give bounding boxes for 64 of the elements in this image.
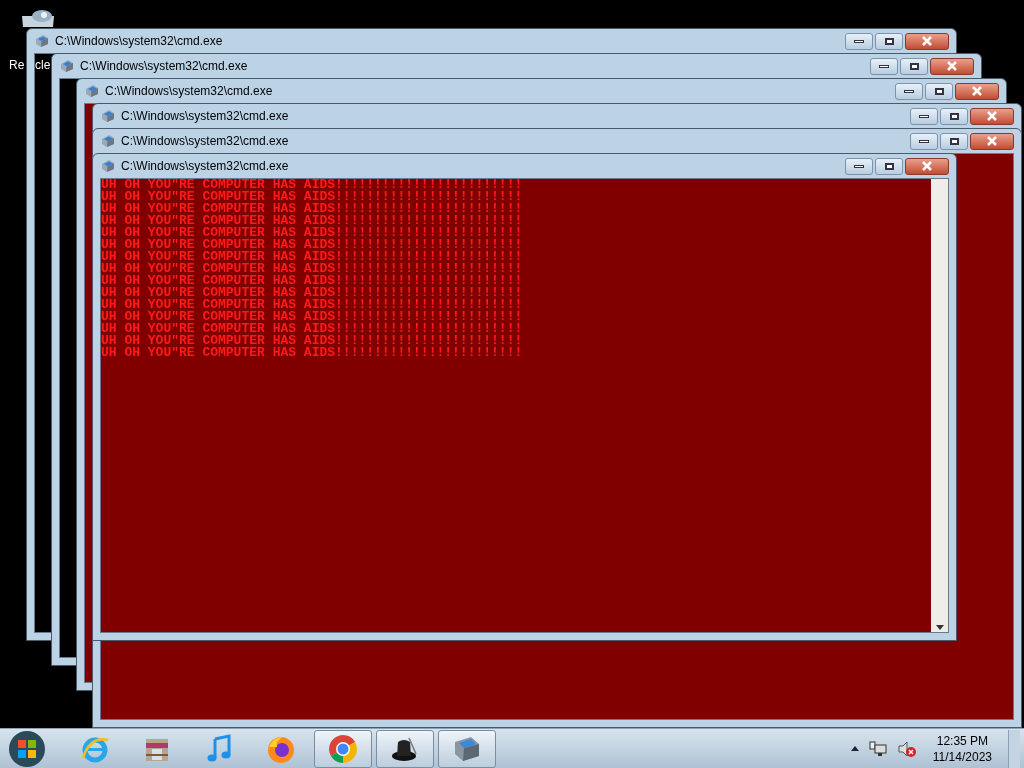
window-title: C:\Windows\system32\cmd.exe (80, 58, 248, 75)
show-hidden-icons-icon[interactable] (850, 746, 859, 751)
minimize-button[interactable] (845, 32, 873, 50)
close-button[interactable] (970, 132, 1014, 150)
window-title: C:\Windows\system32\cmd.exe (105, 83, 273, 100)
desktop-icon-label: Re (9, 58, 25, 72)
close-icon (986, 111, 998, 121)
window-title: C:\Windows\system32\cmd.exe (121, 133, 289, 150)
console-icon (85, 84, 99, 98)
console-line: UH OH YOU"RE COMPUTER HAS AIDS!!!!!!!!!!!!!!!!!!!!!!!! (101, 203, 524, 215)
console-icon (101, 134, 115, 148)
console-icon (101, 159, 115, 173)
maximize-button[interactable] (875, 157, 903, 175)
close-icon (986, 136, 998, 146)
console-line: UH OH YOU"RE COMPUTER HAS AIDS!!!!!!!!!!!!!!!!!!!!!!!! (101, 347, 524, 359)
console-line: UH OH YOU"RE COMPUTER HAS AIDS!!!!!!!!!!!!!!!!!!!!!!!! (101, 179, 524, 191)
console-line: UH OH YOU"RE COMPUTER HAS AIDS!!!!!!!!!!!!!!!!!!!!!!!! (101, 227, 524, 239)
maximize-button[interactable] (940, 132, 968, 150)
chrome-icon (327, 732, 359, 765)
close-button[interactable] (930, 57, 974, 75)
taskbar-button[interactable] (376, 729, 434, 768)
window-title: C:\Windows\system32\cmd.exe (121, 158, 289, 175)
maximize-button[interactable] (940, 107, 968, 125)
console-line: UH OH YOU"RE COMPUTER HAS AIDS!!!!!!!!!!!!!!!!!!!!!!!! (101, 251, 524, 263)
console-line: UH OH YOU"RE COMPUTER HAS AIDS!!!!!!!!!!!!!!!!!!!!!!!! (101, 239, 524, 251)
console-line: UH OH YOU"RE COMPUTER HAS AIDS!!!!!!!!!!!!!!!!!!!!!!!! (101, 275, 524, 287)
console-icon (60, 59, 74, 73)
minimize-button[interactable] (910, 132, 938, 150)
close-icon (946, 61, 958, 71)
minimize-button[interactable] (870, 57, 898, 75)
close-button[interactable] (905, 32, 949, 50)
close-button[interactable] (955, 82, 999, 100)
console-icon (101, 109, 115, 123)
network-icon[interactable] (868, 740, 887, 757)
muted-speaker-icon[interactable] (896, 739, 917, 758)
console-line: UH OH YOU"RE COMPUTER HAS AIDS!!!!!!!!!!!!!!!!!!!!!!!! (101, 215, 524, 227)
close-icon (971, 86, 983, 96)
console-line: UH OH YOU"RE COMPUTER HAS AIDS!!!!!!!!!!!!!!!!!!!!!!!! (101, 335, 524, 347)
window-title: C:\Windows\system32\cmd.exe (55, 33, 223, 50)
close-button[interactable] (970, 107, 1014, 125)
trash-bin-icon[interactable] (20, 8, 56, 27)
close-icon (921, 36, 933, 46)
close-icon (921, 161, 933, 171)
down-arrow-icon (935, 625, 944, 630)
minimize-button[interactable] (845, 157, 873, 175)
minimize-button[interactable] (910, 107, 938, 125)
minimize-button[interactable] (895, 82, 923, 100)
console-line: UH OH YOU"RE COMPUTER HAS AIDS!!!!!!!!!!!!!!!!!!!!!!!! (101, 311, 524, 323)
console-line: UH OH YOU"RE COMPUTER HAS AIDS!!!!!!!!!!!!!!!!!!!!!!!! (101, 191, 524, 203)
clock-time: 12:35 PM (936, 732, 989, 749)
window-title: C:\Windows\system32\cmd.exe (121, 108, 289, 125)
desktop-icon-label: cle (35, 58, 51, 72)
console-line: UH OH YOU"RE COMPUTER HAS AIDS!!!!!!!!!!!!!!!!!!!!!!!! (101, 299, 524, 311)
close-button[interactable] (905, 157, 949, 175)
start-orb-icon[interactable] (8, 729, 46, 768)
console-line: UH OH YOU"RE COMPUTER HAS AIDS!!!!!!!!!!!!!!!!!!!!!!!! (101, 263, 524, 275)
clock-date: 11/14/2023 (932, 748, 992, 765)
maximize-button[interactable] (925, 82, 953, 100)
console-line: UH OH YOU"RE COMPUTER HAS AIDS!!!!!!!!!!!!!!!!!!!!!!!! (101, 323, 524, 335)
console-line: UH OH YOU"RE COMPUTER HAS AIDS!!!!!!!!!!!!!!!!!!!!!!!! (101, 287, 524, 299)
maximize-button[interactable] (900, 57, 928, 75)
music-note-icon (206, 733, 232, 764)
maximize-button[interactable] (875, 32, 903, 50)
console-icon (35, 34, 49, 48)
